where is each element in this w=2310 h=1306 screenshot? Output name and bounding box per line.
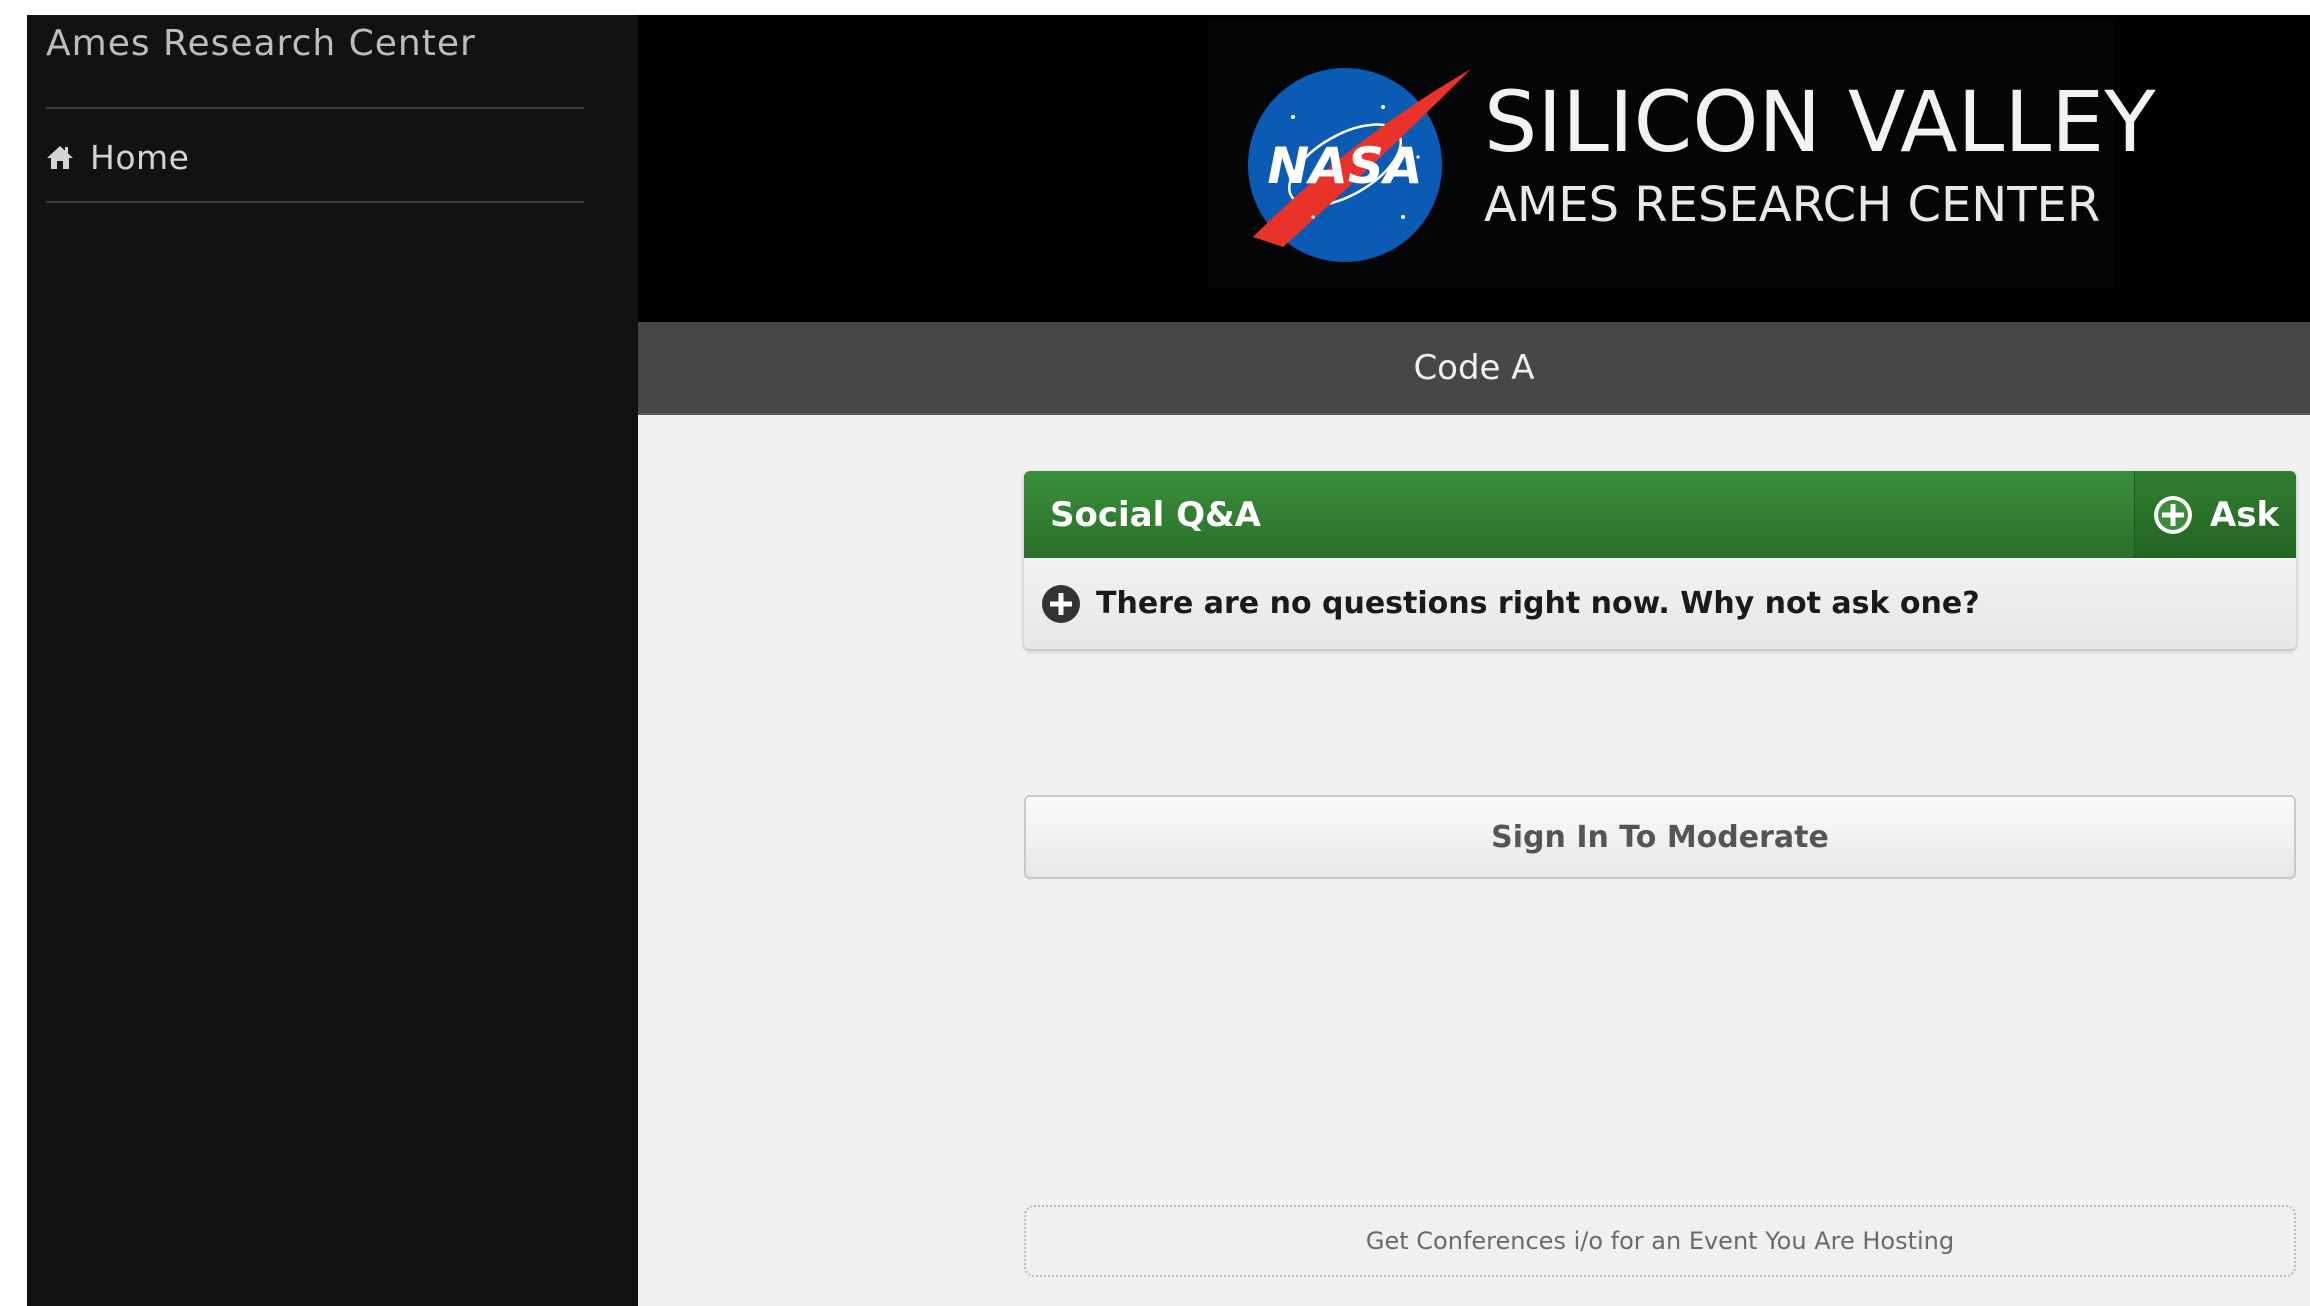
logo-title: SILICON VALLEY — [1484, 73, 2156, 171]
add-circle-icon — [2152, 494, 2194, 536]
header: NASA SILICON VALLEY AMES RESEARCH CENTER — [638, 15, 2310, 322]
qa-title: Social Q&A — [1050, 494, 1261, 535]
section-bar: Code A — [638, 322, 2310, 415]
section-title: Code A — [1413, 347, 1535, 388]
sidebar-divider-bottom — [46, 201, 584, 203]
main-content: Social Q&A Ask There are no questions ri… — [638, 415, 2310, 1306]
logo-subtitle: AMES RESEARCH CENTER — [1484, 177, 2101, 233]
ask-question-row[interactable]: There are no questions right now. Why no… — [1024, 558, 2296, 649]
sidebar-item-home[interactable]: Home — [46, 115, 584, 199]
sidebar: Ames Research Center Home — [27, 15, 638, 1306]
svg-text:NASA: NASA — [1267, 137, 1422, 195]
sidebar-item-label: Home — [90, 137, 190, 177]
plus-circle-icon — [1041, 584, 1081, 624]
home-icon — [46, 143, 74, 171]
social-qa-panel: Social Q&A Ask There are no questions ri… — [1024, 471, 2296, 649]
ask-button[interactable]: Ask — [2134, 471, 2296, 558]
conferences-io-promo-link[interactable]: Get Conferences i/o for an Event You Are… — [1024, 1205, 2296, 1277]
empty-questions-message: There are no questions right now. Why no… — [1096, 586, 1980, 621]
ask-label: Ask — [2209, 494, 2280, 535]
sign-in-to-moderate-button[interactable]: Sign In To Moderate — [1024, 795, 2296, 879]
sidebar-title: Ames Research Center — [46, 23, 476, 64]
app-frame: Ames Research Center Home NASA SILICON V… — [0, 0, 2310, 1306]
qa-header: Social Q&A Ask — [1024, 471, 2296, 558]
nasa-meatball-icon: NASA — [1248, 68, 1471, 262]
nasa-logo[interactable]: NASA SILICON VALLEY AMES RESEARCH CENTER — [1208, 19, 2156, 289]
sidebar-divider-top — [46, 107, 584, 109]
